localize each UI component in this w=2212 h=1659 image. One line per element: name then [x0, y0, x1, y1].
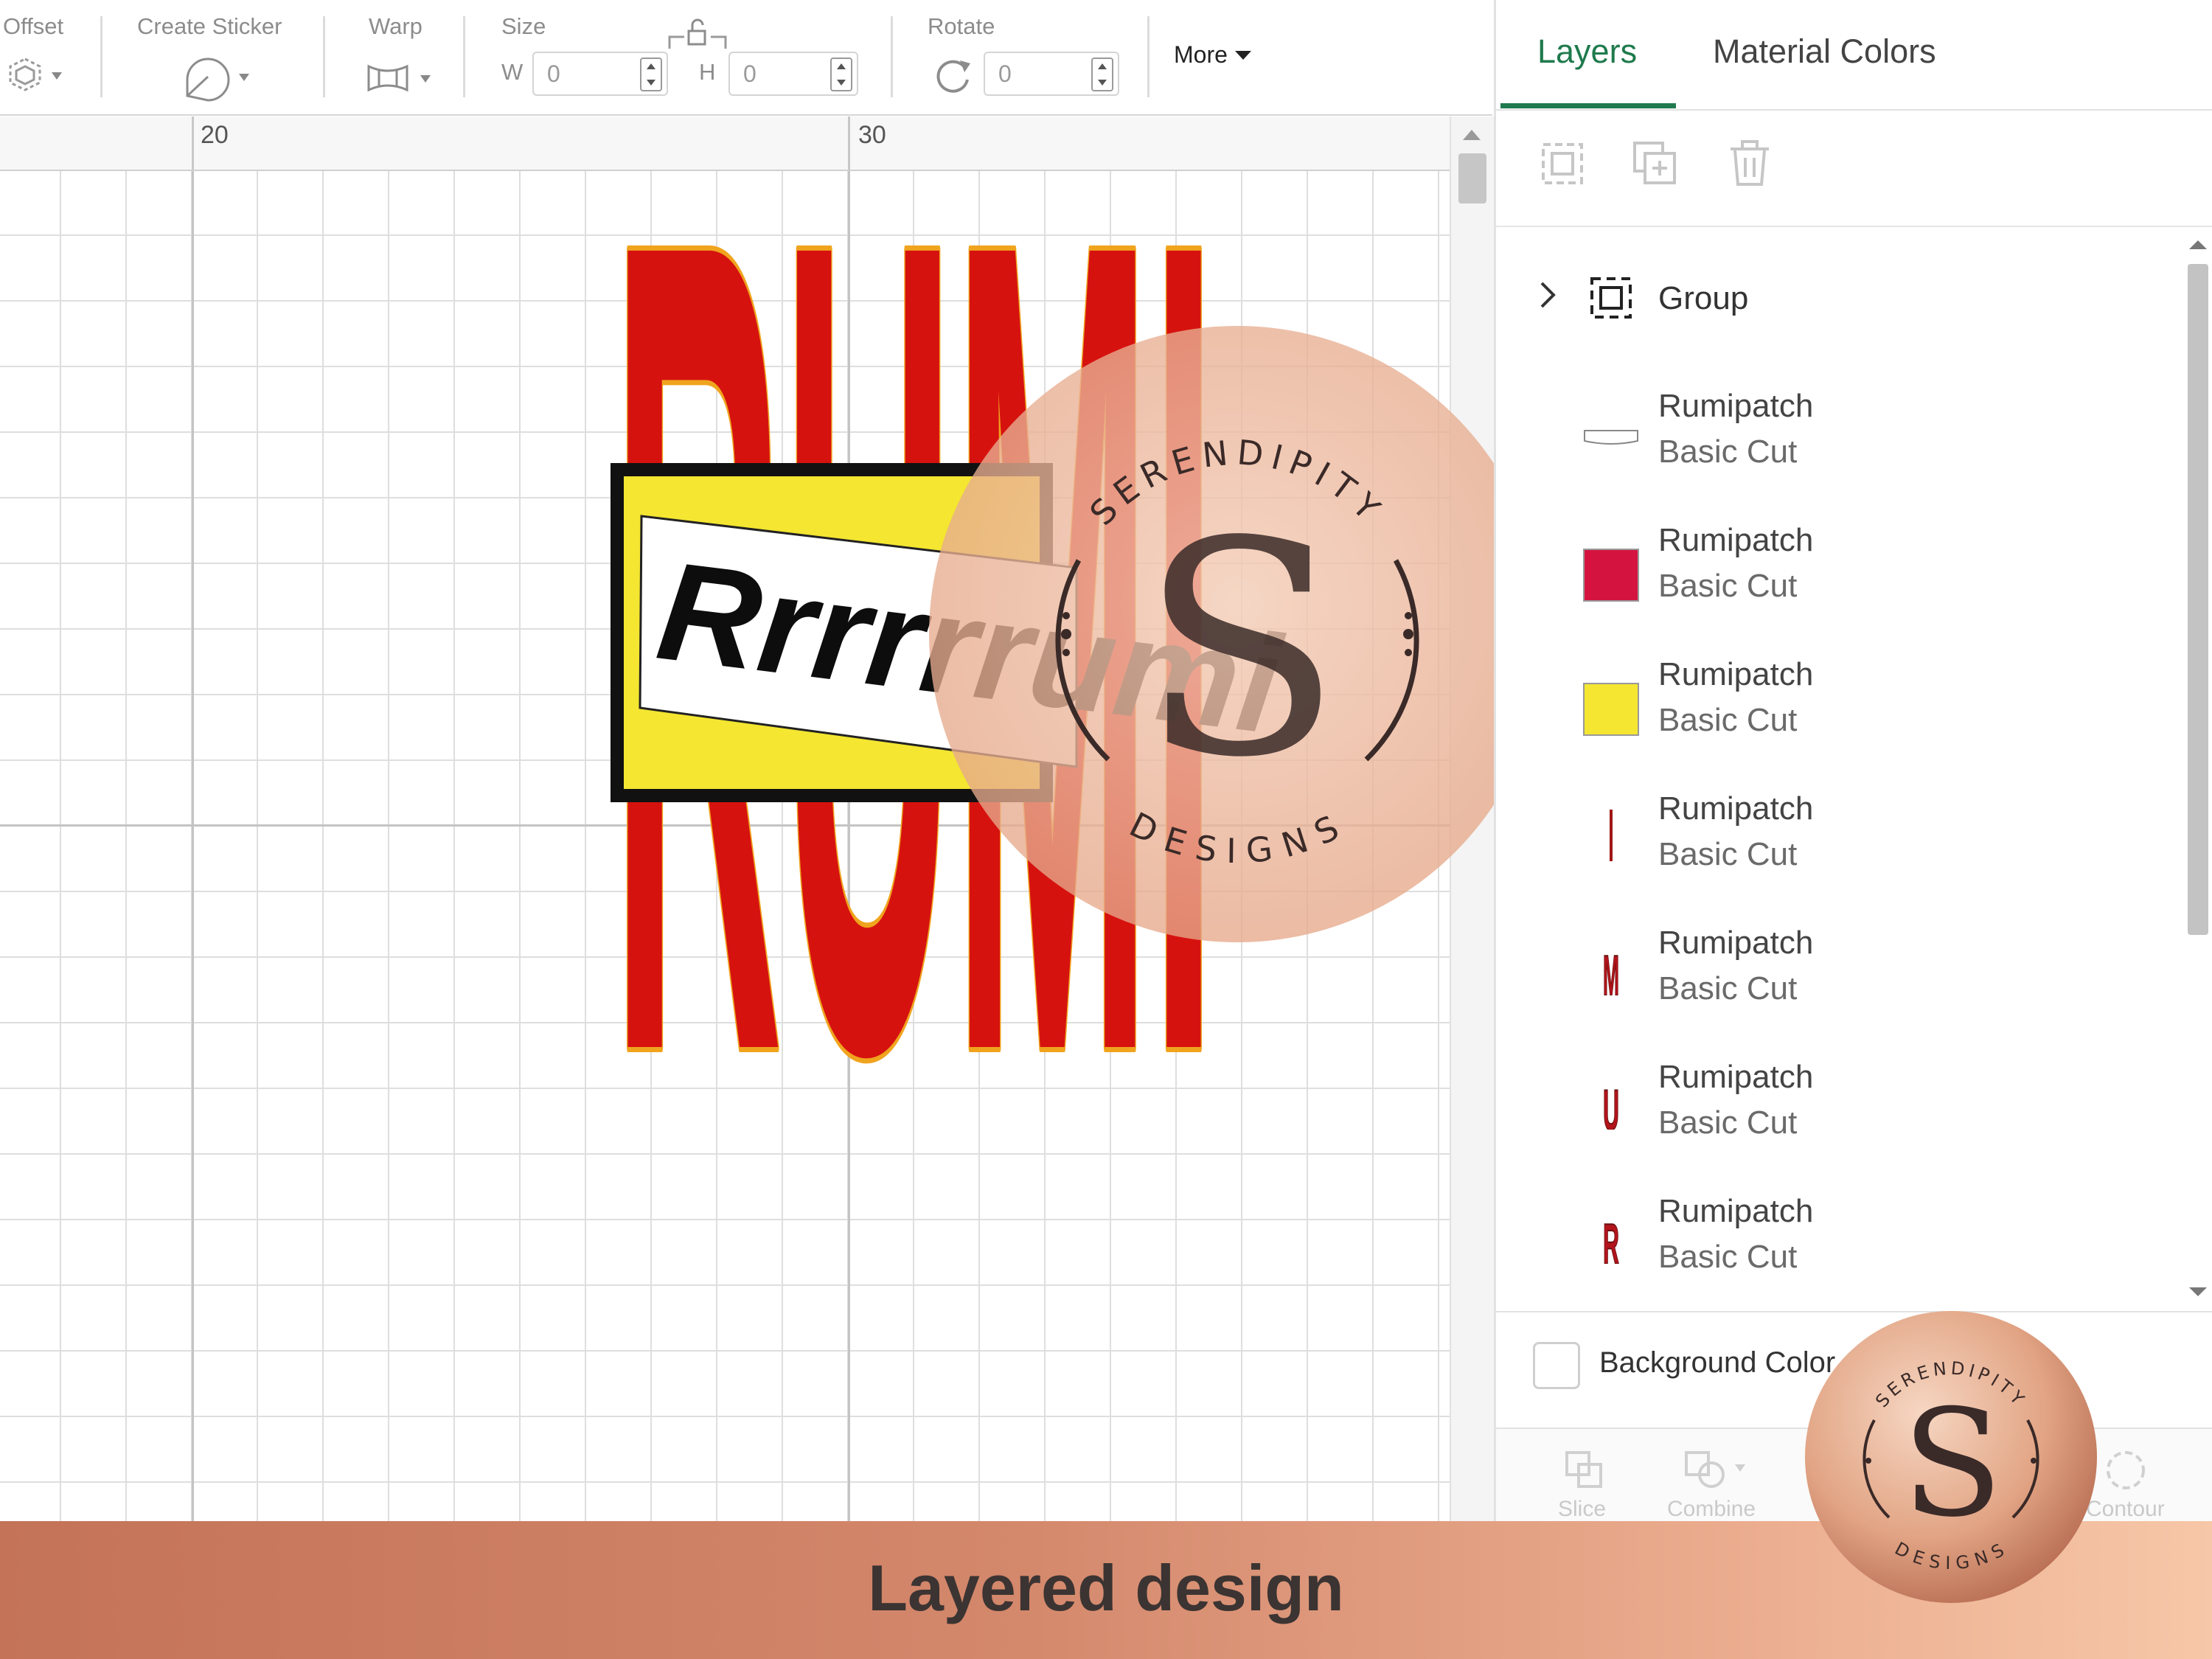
layer-list: Group Rumipatch Basic Cut Rumipatch Basi…: [1496, 227, 2212, 1310]
layer-operation: Basic Cut: [1658, 434, 1798, 470]
ruler-mark-30: 30: [858, 121, 886, 149]
scroll-up-arrow[interactable]: [1463, 130, 1481, 140]
warp-button[interactable]: [364, 59, 435, 101]
offset-button[interactable]: [4, 56, 63, 98]
layer-name: Rumipatch: [1658, 656, 1814, 692]
yellow-swatch-icon: [1583, 683, 1639, 736]
tab-layers[interactable]: Layers: [1537, 32, 1637, 71]
letter-r-icon: R: [1602, 1211, 1620, 1264]
layer-row[interactable]: R Rumipatch Basic Cut: [1496, 1178, 2174, 1310]
layer-operation: Basic Cut: [1658, 1239, 1798, 1275]
width-value: 0: [547, 60, 560, 87]
rotate-icon: [936, 60, 970, 93]
layer-row[interactable]: Rumipatch Basic Cut: [1496, 641, 2174, 776]
lock-aspect-button[interactable]: [667, 16, 728, 57]
group-icon[interactable]: [1539, 140, 1586, 187]
layer-name: Rumipatch: [1658, 388, 1814, 424]
duplicate-icon[interactable]: [1632, 140, 1679, 187]
scroll-down-arrow[interactable]: [2189, 1287, 2207, 1296]
svg-text:U: U: [1603, 1077, 1619, 1130]
height-value: 0: [743, 60, 757, 87]
ruler-mark-20: 20: [201, 121, 229, 149]
layer-row[interactable]: Rumipatch Basic Cut: [1496, 507, 2174, 641]
tab-material-colors[interactable]: Material Colors: [1713, 32, 1936, 71]
offset-label: Offset: [3, 13, 64, 39]
layer-toolbar: [1496, 111, 2212, 227]
layer-name: Rumipatch: [1658, 925, 1814, 961]
scroll-up-arrow[interactable]: [2189, 240, 2207, 249]
create-sticker-button[interactable]: [181, 55, 252, 107]
warp-label: Warp: [369, 13, 422, 39]
layer-row[interactable]: Rumipatch Basic Cut: [1496, 776, 2174, 910]
thin-line-icon: [1610, 810, 1613, 861]
layer-list-scrollbar[interactable]: [2182, 227, 2212, 1311]
layer-name: Rumipatch: [1658, 522, 1814, 558]
edit-toolbar: Offset Create Sticker Warp Size W 0 H 0 …: [0, 0, 1492, 116]
scroll-thumb[interactable]: [2188, 264, 2208, 935]
letter-m-icon: M: [1602, 942, 1620, 995]
width-stepper[interactable]: [640, 58, 662, 91]
combine-icon[interactable]: [1682, 1448, 1756, 1492]
rotate-icon-wrap: [931, 53, 975, 98]
background-color-checkbox[interactable]: [1533, 1342, 1580, 1389]
layers-panel: Layers Material Colors Group Rumipatch B…: [1494, 0, 2212, 1523]
more-label: More: [1174, 41, 1228, 68]
rotate-value: 0: [998, 60, 1012, 87]
rotate-stepper[interactable]: [1091, 58, 1113, 91]
crimson-swatch-icon: [1583, 549, 1639, 602]
svg-text:R: R: [1603, 1211, 1619, 1264]
combine-label[interactable]: Combine: [1667, 1497, 1756, 1522]
layer-operation: Basic Cut: [1658, 702, 1798, 738]
chevron-right-icon[interactable]: [1537, 279, 1559, 311]
group-layer-icon: [1590, 277, 1632, 319]
background-color-label: Background Color: [1599, 1346, 1836, 1379]
watermark-monogram: S: [1140, 479, 1342, 822]
svg-text:M: M: [1603, 943, 1619, 995]
height-letter: H: [699, 59, 716, 85]
lock-icon: [668, 18, 727, 49]
panel-tabs: Layers Material Colors: [1496, 0, 2212, 111]
group-label: Group: [1658, 280, 1749, 316]
rotate-input[interactable]: 0: [984, 52, 1119, 96]
layer-name: Rumipatch: [1658, 1059, 1814, 1095]
outline-shape-icon: [1584, 430, 1638, 445]
warp-icon: [367, 64, 431, 92]
height-input[interactable]: 0: [728, 52, 858, 96]
letter-u-icon: U: [1602, 1077, 1620, 1130]
horizontal-ruler: 20 30: [0, 116, 1450, 171]
active-tab-indicator: [1500, 103, 1676, 108]
layer-operation: Basic Cut: [1658, 836, 1798, 872]
rotate-label: Rotate: [928, 13, 995, 39]
layer-row[interactable]: U Rumipatch Basic Cut: [1496, 1044, 2174, 1178]
badge-monogram: S: [1902, 1378, 2003, 1550]
slice-icon[interactable]: [1562, 1448, 1607, 1492]
width-letter: W: [501, 59, 524, 85]
group-row[interactable]: Group: [1496, 264, 2160, 338]
size-label: Size: [501, 13, 546, 39]
caret-down-icon: [1235, 51, 1252, 60]
height-stepper[interactable]: [830, 58, 852, 91]
offset-icon: [9, 58, 62, 91]
scroll-thumb[interactable]: [1458, 153, 1486, 204]
layer-name: Rumipatch: [1658, 790, 1814, 827]
grid-major-line: [192, 170, 194, 1534]
layer-row[interactable]: M Rumipatch Basic Cut: [1496, 910, 2174, 1044]
layer-operation: Basic Cut: [1658, 1105, 1798, 1141]
more-button[interactable]: More: [1174, 41, 1254, 69]
watermark-badge: SERENDIPITY DESIGNS S: [1805, 1311, 2097, 1603]
width-input[interactable]: 0: [532, 52, 668, 96]
contour-icon[interactable]: [2104, 1447, 2148, 1494]
slice-label[interactable]: Slice: [1558, 1497, 1606, 1522]
create-sticker-label: Create Sticker: [137, 13, 282, 39]
delete-icon[interactable]: [1726, 140, 1773, 187]
watermark-large: SERENDIPITY DESIGNS S: [929, 326, 1545, 942]
layer-operation: Basic Cut: [1658, 568, 1798, 604]
layer-name: Rumipatch: [1658, 1193, 1814, 1229]
layer-operation: Basic Cut: [1658, 970, 1798, 1006]
sticker-icon: [186, 58, 249, 102]
layer-row[interactable]: Rumipatch Basic Cut: [1496, 373, 2174, 507]
